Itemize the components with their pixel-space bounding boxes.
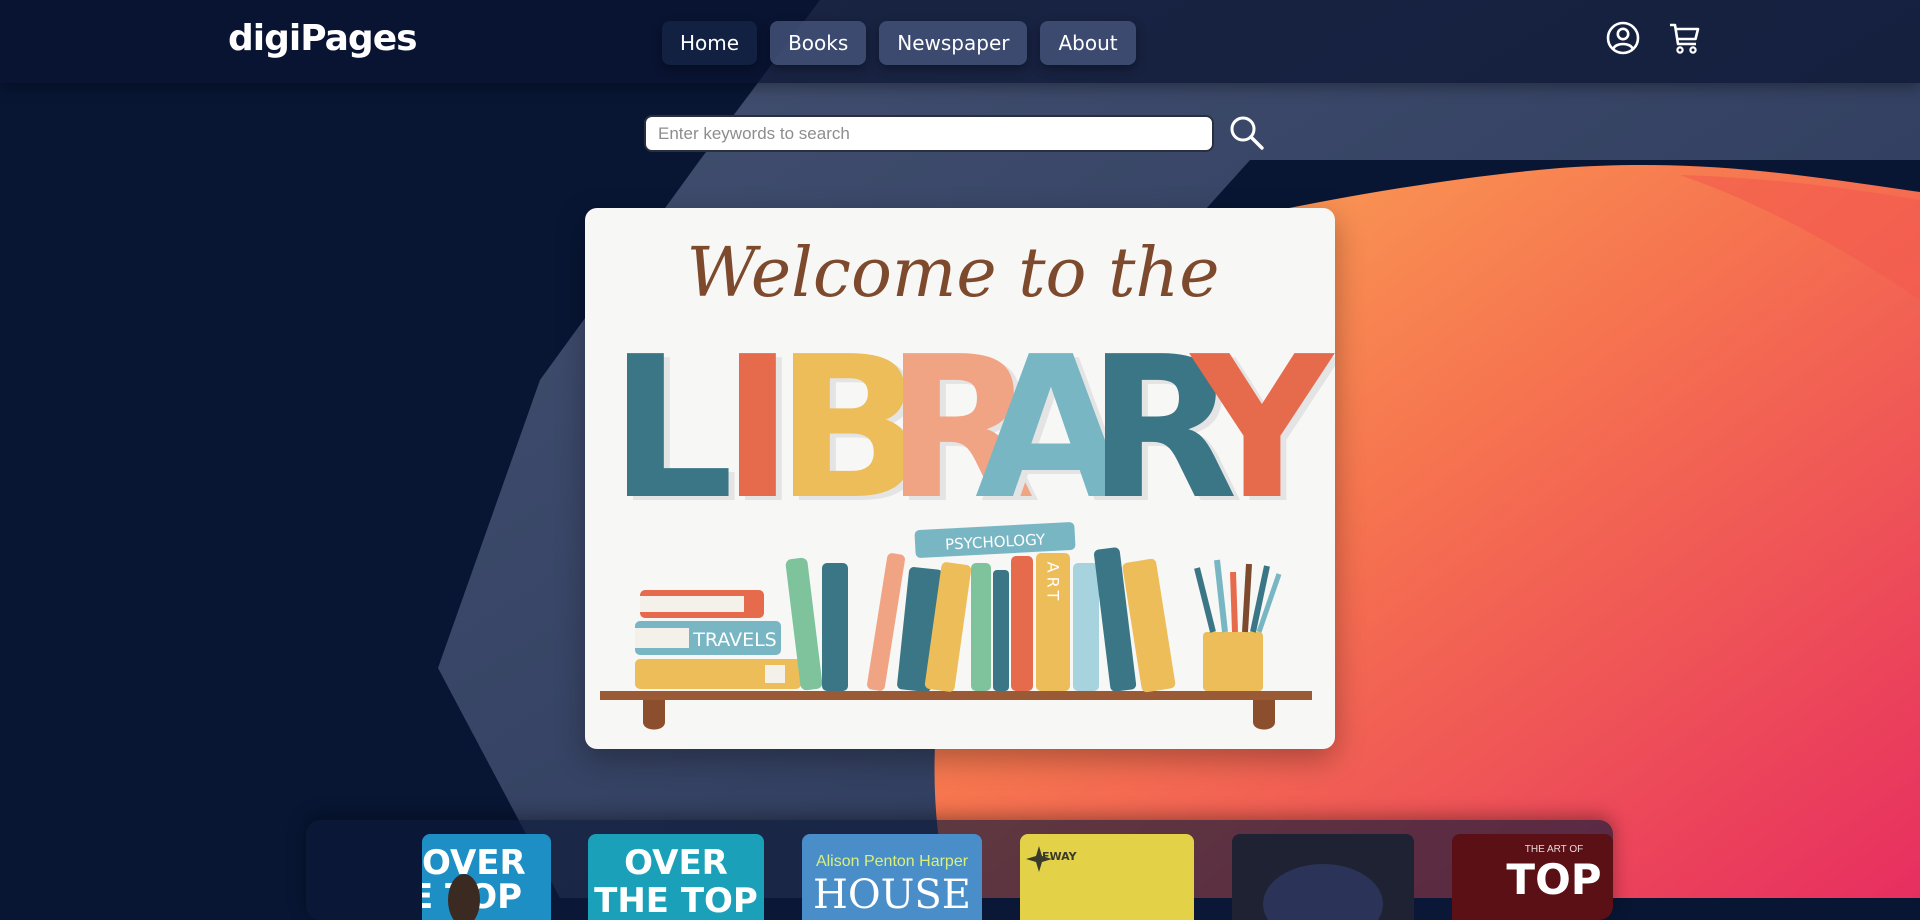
- book-title: HOUSE: [813, 872, 971, 918]
- user-icon[interactable]: [1605, 20, 1641, 56]
- book-cover[interactable]: [1232, 834, 1414, 920]
- book-title: OVER: [624, 843, 728, 883]
- book-carousel: OVER E TOP OVER THE TOP Alison Penton Ha…: [306, 820, 1613, 920]
- welcome-script-text: Welcome to the: [687, 234, 1220, 313]
- nav-home-button[interactable]: Home: [662, 21, 758, 65]
- nav-books-button[interactable]: Books: [770, 21, 867, 65]
- welcome-library-banner: Welcome to the L L I I B B R R A A R R Y…: [585, 208, 1335, 749]
- search-input[interactable]: [644, 115, 1214, 152]
- brand-logo[interactable]: digiPages: [228, 18, 418, 59]
- book-title: THE TOP: [594, 881, 758, 920]
- book-subtitle: THE ART OF: [1525, 844, 1584, 855]
- travels-book-label: TRAVELS: [692, 629, 776, 651]
- cart-icon[interactable]: [1667, 20, 1703, 56]
- top-navbar: digiPages Home Books Newspaper About: [0, 0, 1920, 83]
- library-letter: L: [609, 315, 734, 543]
- book-cover[interactable]: Alison Penton Harper HOUSE: [802, 834, 982, 920]
- library-letter: Y: [1189, 315, 1335, 543]
- book-author: Alison Penton Harper: [816, 853, 969, 870]
- main-nav: Home Books Newspaper About: [662, 21, 1136, 65]
- nav-about-button[interactable]: About: [1040, 21, 1136, 65]
- bookshelf-illustration: TRAVELS ART PSYCHOLOGY: [600, 522, 1312, 730]
- book-title: FWAY: [1042, 850, 1078, 863]
- book-cover[interactable]: OVER E TOP: [422, 834, 551, 920]
- book-title: TOP: [1506, 855, 1601, 904]
- nav-newspaper-button[interactable]: Newspaper: [879, 21, 1028, 65]
- search-icon[interactable]: [1227, 113, 1267, 153]
- book-cover[interactable]: OVER THE TOP: [588, 834, 764, 920]
- book-cover[interactable]: THE ART OF TOP: [1452, 834, 1613, 920]
- book-cover[interactable]: FWAY: [1020, 834, 1194, 920]
- art-book-label: ART: [1044, 562, 1063, 605]
